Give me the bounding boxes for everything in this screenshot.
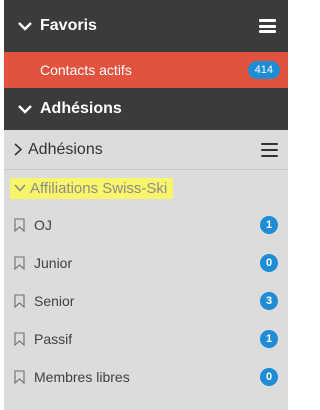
affiliation-item-oj[interactable]: OJ 1 bbox=[4, 206, 288, 244]
affiliation-item-junior[interactable]: Junior 0 bbox=[4, 244, 288, 282]
bookmark-icon bbox=[14, 332, 34, 346]
chevron-down-icon bbox=[14, 184, 30, 192]
sidebar-panel: Favoris Contacts actifs 414 Adhésions Ad… bbox=[4, 0, 288, 410]
affiliation-item-senior[interactable]: Senior 3 bbox=[4, 282, 288, 320]
affiliation-item-membres-libres[interactable]: Membres libres 0 bbox=[4, 358, 288, 396]
affiliation-item-passif[interactable]: Passif 1 bbox=[4, 320, 288, 358]
list-item-label: OJ bbox=[34, 217, 52, 233]
favoris-title: Favoris bbox=[40, 17, 97, 34]
affiliations-title: Affiliations Swiss-Ski bbox=[30, 179, 168, 197]
count-badge: 414 bbox=[247, 61, 280, 79]
adhesions-subheader-title: Adhésions bbox=[28, 140, 103, 158]
count-badge: 0 bbox=[260, 254, 278, 272]
bookmark-icon bbox=[14, 218, 34, 232]
bookmark-icon bbox=[14, 370, 34, 384]
list-item-label: Membres libres bbox=[34, 369, 130, 385]
adhesions-subheader[interactable]: Adhésions bbox=[4, 130, 288, 170]
bookmark-icon bbox=[14, 256, 34, 270]
affiliations-group-header[interactable]: Affiliations Swiss-Ski bbox=[4, 170, 288, 206]
count-badge: 3 bbox=[260, 292, 278, 310]
count-badge: 1 bbox=[260, 330, 278, 348]
adhesions-section-title: Adhésions bbox=[40, 100, 122, 117]
highlight-marker: Affiliations Swiss-Ski bbox=[10, 177, 174, 199]
chevron-down-icon bbox=[18, 104, 40, 114]
list-item-label: Passif bbox=[34, 331, 73, 347]
favoris-item-contacts-actifs[interactable]: Contacts actifs 414 bbox=[4, 52, 288, 88]
count-badge: 1 bbox=[260, 216, 278, 234]
bookmark-icon bbox=[14, 294, 34, 308]
adhesions-section-header[interactable]: Adhésions bbox=[4, 88, 288, 130]
list-item-label: Senior bbox=[34, 293, 75, 309]
list-item-label: Junior bbox=[34, 255, 73, 271]
favoris-header[interactable]: Favoris bbox=[4, 0, 288, 52]
hamburger-menu-icon[interactable] bbox=[261, 142, 278, 157]
chevron-right-icon bbox=[14, 143, 28, 156]
favoris-item-label: Contacts actifs bbox=[40, 62, 132, 78]
chevron-down-icon bbox=[18, 21, 40, 31]
count-badge: 0 bbox=[260, 368, 278, 386]
hamburger-menu-icon[interactable] bbox=[259, 19, 276, 33]
